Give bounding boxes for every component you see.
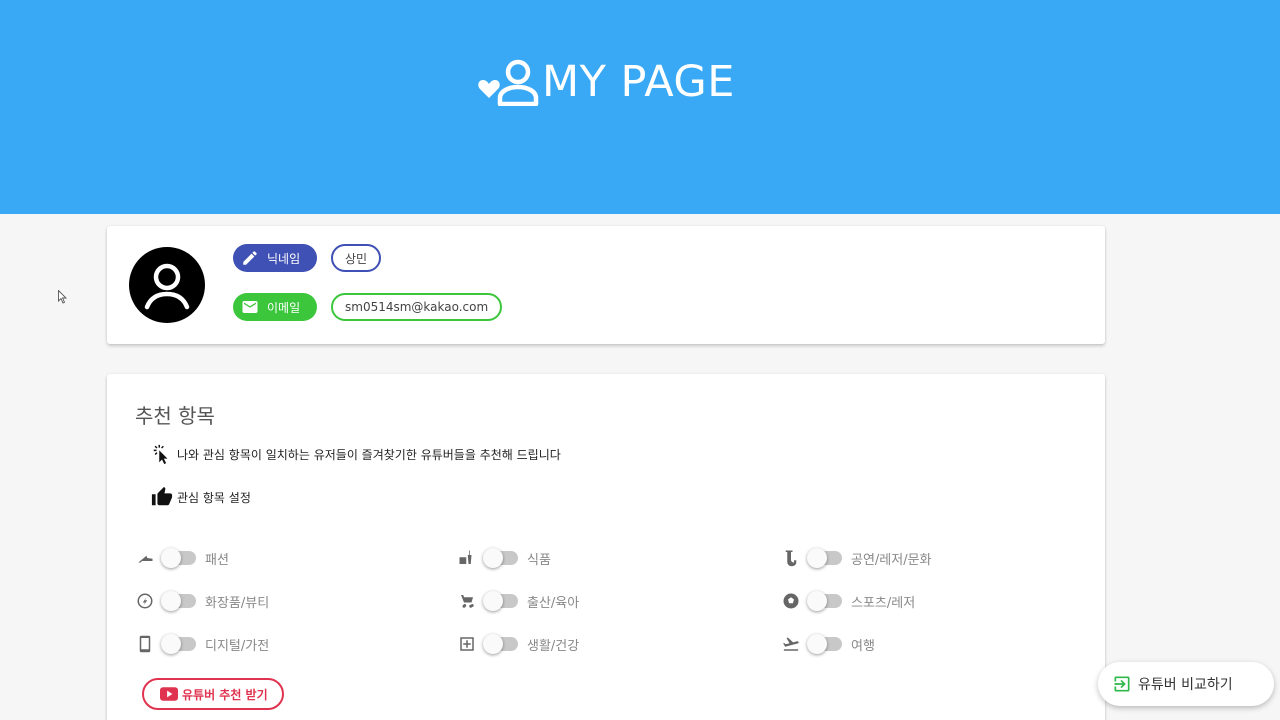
pointer-click-icon [153,444,168,465]
category-label: 공연/레저/문화 [851,552,932,568]
profile-card: 닉네임 상민 이메일 sm0514sm@kakao.com [107,226,1105,344]
sports-toggle[interactable] [807,591,842,611]
category-label: 디지털/가전 [205,638,270,654]
page-header: MY PAGE [0,0,1280,214]
soccer-ball-icon [781,591,801,611]
category-food: 식품 [457,546,551,570]
compare-enter-icon [1114,676,1130,692]
interest-setting: 관심 항목 설정 [151,486,251,508]
compact-mirror-icon [135,591,155,611]
mail-icon [242,301,258,313]
youtube-recommend-button[interactable]: 유튜버 추천 받기 [142,678,284,710]
interest-setting-text: 관심 항목 설정 [177,490,251,505]
recommend-card: 추천 항목 나와 관심 항목이 일치하는 유저들이 즐겨찾기한 유튜버들을 추천… [107,374,1105,720]
food-drink-icon [457,548,477,568]
high-heel-icon [135,548,155,568]
category-health: 생활/건강 [457,632,579,656]
health-toggle[interactable] [483,634,518,654]
category-label: 식품 [527,552,551,568]
category-label: 패션 [205,552,229,568]
saxophone-icon [781,548,801,568]
recommend-description: 나와 관심 항목이 일치하는 유저들이 즐겨찾기한 유튜버들을 추천해 드립니다 [151,443,561,465]
email-value-chip: sm0514sm@kakao.com [331,293,503,321]
youtube-recommend-label: 유튜버 추천 받기 [182,687,268,702]
category-performance: 공연/레저/문화 [781,546,932,570]
nickname-value-chip: 상민 [331,244,382,272]
category-travel: 여행 [781,632,875,656]
category-beauty: 화장품/뷰티 [135,589,269,613]
food-toggle[interactable] [483,548,518,568]
category-label: 출산/육아 [527,595,580,611]
category-label: 스포츠/레저 [851,595,916,611]
category-parenting: 출산/육아 [457,589,579,613]
smartphone-icon [135,634,155,654]
airplane-takeoff-icon [781,634,801,654]
recommend-title: 추천 항목 [135,404,215,428]
category-label: 화장품/뷰티 [205,595,270,611]
stroller-icon [457,591,477,611]
parenting-toggle[interactable] [483,591,518,611]
mouse-cursor-icon [58,290,68,304]
thumbs-up-icon [151,486,173,506]
nickname-label: 닉네임 [267,251,301,266]
category-sports: 스포츠/레저 [781,589,915,613]
category-fashion: 패션 [135,546,229,570]
email-value: sm0514sm@kakao.com [345,300,489,314]
page-title-text: MY PAGE [542,57,735,107]
category-digital: 디지털/가전 [135,632,269,656]
recommend-description-text: 나와 관심 항목이 일치하는 유저들이 즐겨찾기한 유튜버들을 추천해 드립니다 [177,447,561,462]
digital-toggle[interactable] [161,634,196,654]
youtube-icon [160,687,178,701]
page-title: MY PAGE [478,52,735,112]
performance-toggle[interactable] [807,548,842,568]
account-circle-icon [129,247,205,323]
medical-box-icon [457,634,477,654]
category-label: 생활/건강 [527,638,580,654]
nickname-chip: 닉네임 [233,244,317,272]
email-chip: 이메일 [233,293,317,321]
heart-person-icon [478,59,539,106]
category-label: 여행 [851,638,875,654]
fashion-toggle[interactable] [161,548,196,568]
travel-toggle[interactable] [807,634,842,654]
email-label: 이메일 [267,300,301,315]
nickname-value: 상민 [345,251,368,266]
compare-youtubers-label: 유튜버 비교하기 [1138,677,1233,693]
beauty-toggle[interactable] [161,591,196,611]
compare-youtubers-button[interactable]: 유튜버 비교하기 [1098,662,1274,706]
pencil-icon [243,251,257,265]
